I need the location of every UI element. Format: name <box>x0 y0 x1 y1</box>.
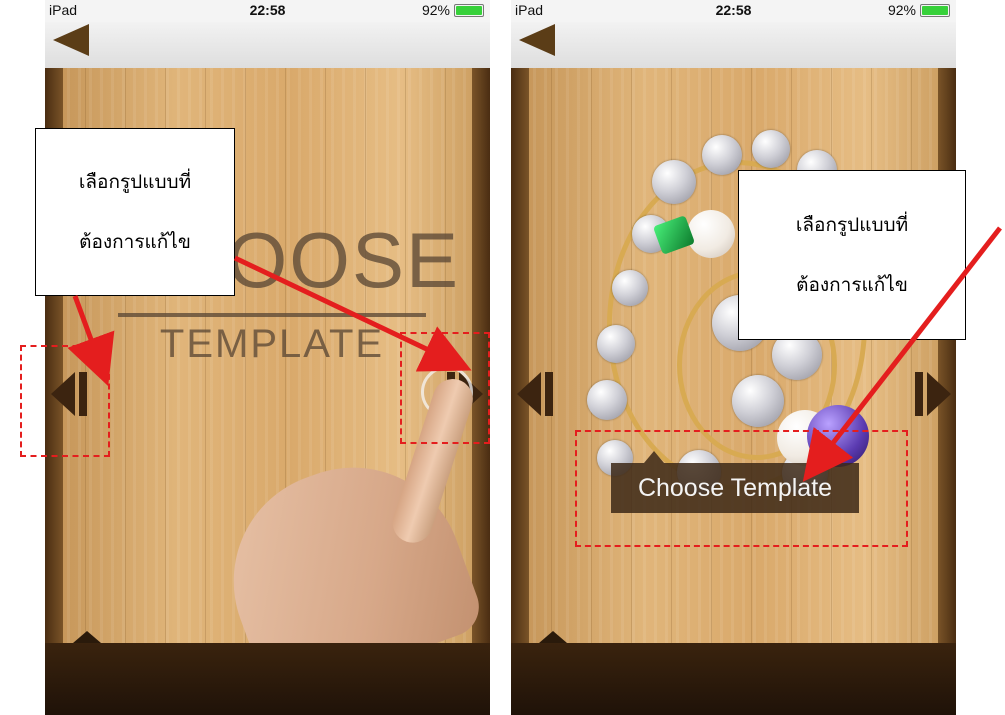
battery-indicator: 92% <box>888 2 950 18</box>
status-bar: iPad 22:58 92% <box>45 0 490 22</box>
battery-percent: 92% <box>887 2 916 18</box>
bottom-toolbar <box>45 631 490 715</box>
back-arrow-icon[interactable] <box>53 24 89 56</box>
frame-right <box>938 68 956 643</box>
nav-bar <box>511 22 956 68</box>
callout-line-1: เลือกรูปแบบที่ <box>78 171 192 193</box>
callout-line-2: ต้องการแก้ไข <box>79 231 191 253</box>
highlight-box-choose-button <box>575 430 908 547</box>
arrow-right-icon <box>927 372 951 416</box>
nav-bar <box>45 22 490 68</box>
battery-indicator: 92% <box>422 2 484 18</box>
next-template-button[interactable] <box>911 370 951 420</box>
bottom-notch <box>539 631 567 643</box>
highlight-box-next-arrow <box>400 332 490 444</box>
frame-left <box>511 68 529 643</box>
status-bar: iPad 22:58 92% <box>511 0 956 22</box>
phone-screen-right: iPad 22:58 92% Choose Template <box>511 0 956 715</box>
previous-template-button[interactable] <box>517 370 557 420</box>
highlight-box-prev-arrow <box>20 345 110 457</box>
battery-percent: 92% <box>421 2 450 18</box>
battery-icon <box>454 3 484 17</box>
bottom-toolbar <box>511 631 956 715</box>
callout-line-2: ต้องการแก้ไข <box>796 274 908 296</box>
callout-line-1: เลือกรูปแบบที่ <box>795 214 909 236</box>
template-subtitle: TEMPLATE <box>159 322 385 366</box>
bottom-notch <box>73 631 101 643</box>
title-divider <box>118 313 426 317</box>
arrow-left-icon <box>517 372 541 416</box>
back-arrow-icon[interactable] <box>519 24 555 56</box>
battery-icon <box>920 3 950 17</box>
instruction-callout-right: เลือกรูปแบบที่ ต้องการแก้ไข <box>738 170 966 340</box>
instruction-callout-left: เลือกรูปแบบที่ ต้องการแก้ไข <box>35 128 235 296</box>
